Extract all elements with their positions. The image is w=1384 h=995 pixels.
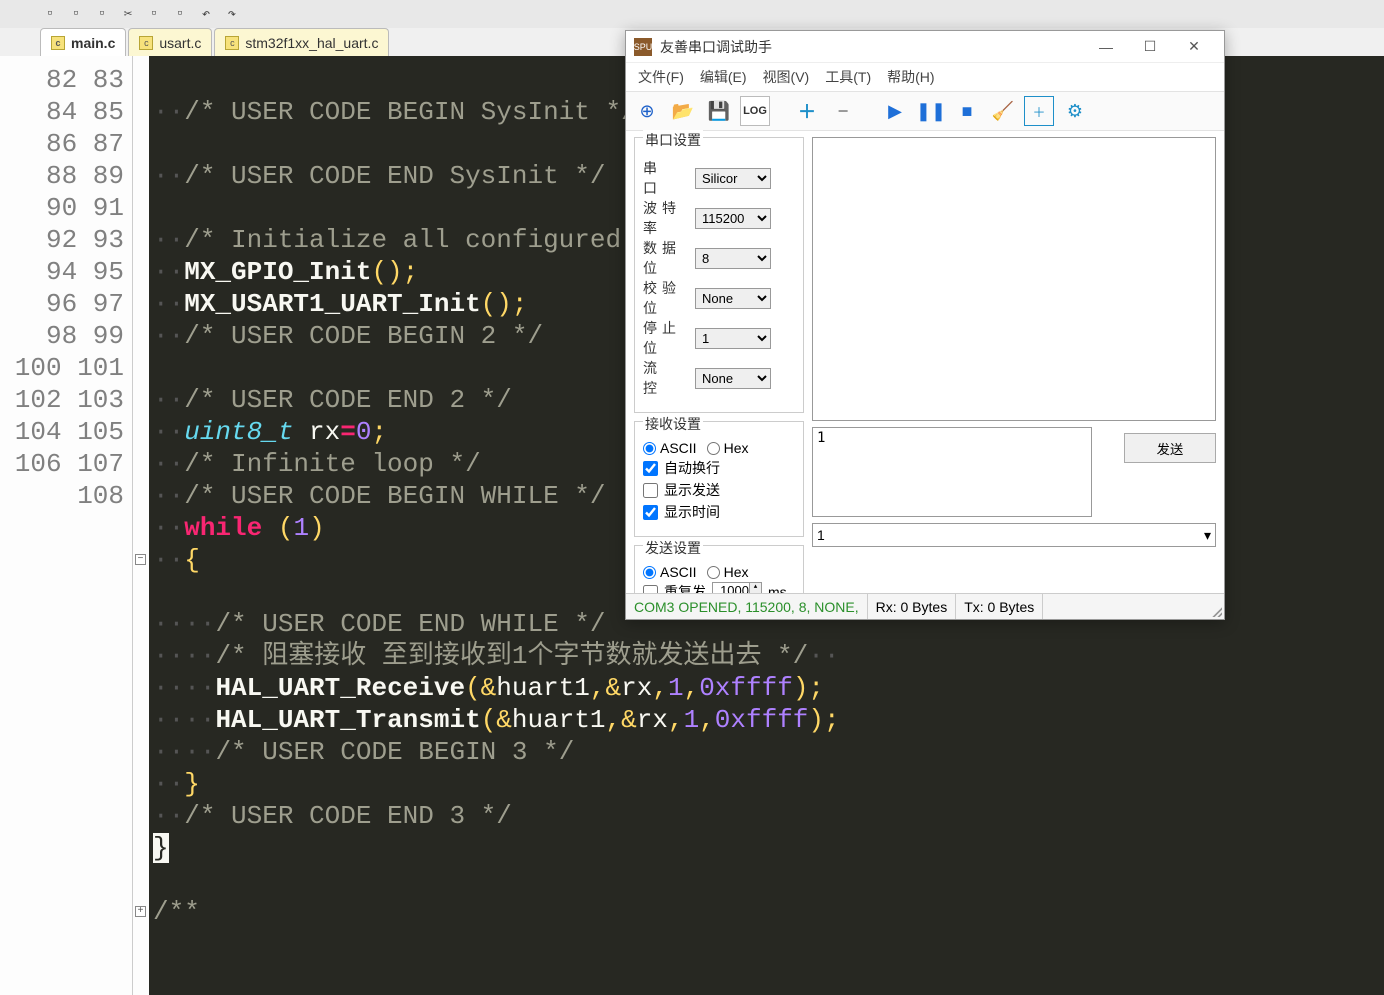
show-send-checkbox[interactable]: [643, 483, 658, 498]
status-rx: Rx: 0 Bytes: [868, 594, 957, 619]
fold-minus-icon[interactable]: −: [135, 554, 146, 565]
wrap-label: 自动换行: [664, 458, 720, 478]
rx-ascii-radio[interactable]: ASCII: [643, 440, 697, 456]
menu-view[interactable]: 视图(V): [757, 65, 816, 89]
flow-label: 流 控: [643, 358, 689, 398]
undo-icon[interactable]: ↶: [196, 4, 216, 24]
menu-help[interactable]: 帮助(H): [881, 65, 940, 89]
tab-label: usart.c: [159, 35, 201, 51]
port-select[interactable]: Silicor: [695, 168, 771, 189]
left-panel: 串口设置 串 口Silicor 波特率115200 数据位8 校验位None 停…: [634, 137, 804, 625]
fieldset-title: 发送设置: [643, 538, 703, 558]
app-icon: SPU: [634, 38, 652, 56]
port-label: 串 口: [643, 158, 689, 198]
right-panel: 1 发送 1 ▾: [812, 137, 1216, 625]
remove-icon[interactable]: −: [828, 96, 858, 126]
editor-tabbar: c main.c c usart.c c stm32f1xx_hal_uart.…: [40, 28, 389, 56]
tx-hex-radio[interactable]: Hex: [707, 564, 749, 580]
spin-up-icon[interactable]: ▴: [749, 583, 761, 592]
menubar: 文件(F) 编辑(E) 视图(V) 工具(T) 帮助(H): [626, 63, 1224, 91]
menu-tools[interactable]: 工具(T): [819, 65, 877, 89]
new-icon[interactable]: ▫: [40, 4, 60, 24]
file-icon: c: [225, 36, 239, 50]
connect-icon[interactable]: ⊕: [632, 96, 662, 126]
tab-label: main.c: [71, 35, 115, 51]
status-tx: Tx: 0 Bytes: [956, 594, 1043, 619]
history-combo[interactable]: 1 ▾: [812, 523, 1216, 547]
play-icon[interactable]: ▶: [880, 96, 910, 126]
open-icon[interactable]: 📂: [668, 96, 698, 126]
cut-icon[interactable]: ✂: [118, 4, 138, 24]
status-connection: COM3 OPENED, 115200, 8, NONE,: [626, 594, 868, 619]
log-icon[interactable]: LOG: [740, 96, 770, 126]
parity-select[interactable]: None: [695, 288, 771, 309]
menu-edit[interactable]: 编辑(E): [694, 65, 753, 89]
file-icon: c: [139, 36, 153, 50]
statusbar: COM3 OPENED, 115200, 8, NONE, Rx: 0 Byte…: [626, 593, 1224, 619]
redo-icon[interactable]: ↷: [222, 4, 242, 24]
titlebar[interactable]: SPU 友善串口调试助手 — ☐ ✕: [626, 31, 1224, 63]
copy-icon[interactable]: ▫: [144, 4, 164, 24]
parity-label: 校验位: [643, 278, 689, 318]
flow-select[interactable]: None: [695, 368, 771, 389]
fold-column: − +: [133, 56, 149, 995]
minimize-button[interactable]: —: [1084, 33, 1128, 61]
separator: [864, 96, 874, 126]
file-icon: c: [51, 36, 65, 50]
add-icon[interactable]: ＋: [792, 96, 822, 126]
serial-content: 串口设置 串 口 Silicor 波特率 115200 数据位 8 校验位 None 停…: [626, 131, 1224, 631]
paste-icon[interactable]: ▫: [170, 4, 190, 24]
send-textarea[interactable]: 1: [812, 427, 1092, 517]
maximize-button[interactable]: ☐: [1128, 33, 1172, 61]
settings-icon[interactable]: ⚙: [1060, 96, 1090, 126]
databits-select[interactable]: 8: [695, 248, 771, 269]
menu-file[interactable]: 文件(F): [632, 65, 690, 89]
rx-hex-radio[interactable]: Hex: [707, 440, 749, 456]
rx-settings: 接收设置 ASCII Hex 自动换行 显示发送 显示时间: [634, 421, 804, 537]
tab-hal-uart-c[interactable]: c stm32f1xx_hal_uart.c: [214, 28, 389, 56]
tab-main-c[interactable]: c main.c: [40, 28, 126, 56]
chevron-down-icon: ▾: [1204, 527, 1211, 544]
serial-tool-window: SPU 友善串口调试助手 — ☐ ✕ 文件(F) 编辑(E) 视图(V) 工具(…: [625, 30, 1225, 620]
save-icon[interactable]: ▫: [92, 4, 112, 24]
select-icon[interactable]: ＋: [1024, 96, 1054, 126]
tab-label: stm32f1xx_hal_uart.c: [245, 35, 378, 51]
data-label: 数据位: [643, 238, 689, 278]
fieldset-title: 串口设置: [643, 130, 703, 150]
show-send-label: 显示发送: [664, 480, 720, 500]
receive-area[interactable]: [812, 137, 1216, 421]
tab-usart-c[interactable]: c usart.c: [128, 28, 212, 56]
open-icon[interactable]: ▫: [66, 4, 86, 24]
pause-icon[interactable]: ❚❚: [916, 96, 946, 126]
baud-select[interactable]: 115200: [695, 208, 771, 229]
save-icon[interactable]: 💾: [704, 96, 734, 126]
window-title: 友善串口调试助手: [660, 37, 1084, 57]
port-settings: 串口设置 串 口Silicor 波特率115200 数据位8 校验位None 停…: [634, 137, 804, 413]
show-time-label: 显示时间: [664, 502, 720, 522]
wrap-checkbox[interactable]: [643, 461, 658, 476]
serial-toolbar: ⊕ 📂 💾 LOG ＋ − ▶ ❚❚ ■ 🧹 ＋ ⚙: [626, 91, 1224, 131]
tx-ascii-radio[interactable]: ASCII: [643, 564, 697, 580]
fieldset-title: 接收设置: [643, 414, 703, 434]
combo-value: 1: [817, 527, 825, 543]
show-time-checkbox[interactable]: [643, 505, 658, 520]
close-button[interactable]: ✕: [1172, 33, 1216, 61]
stop-label: 停止位: [643, 318, 689, 358]
separator: [776, 96, 786, 126]
resize-grip-icon[interactable]: [1210, 605, 1222, 617]
fold-plus-icon[interactable]: +: [135, 906, 146, 917]
clear-icon[interactable]: 🧹: [988, 96, 1018, 126]
baud-label: 波特率: [643, 198, 689, 238]
stop-icon[interactable]: ■: [952, 96, 982, 126]
send-button[interactable]: 发送: [1124, 433, 1216, 463]
stopbits-select[interactable]: 1: [695, 328, 771, 349]
line-numbers: 82 83 84 85 86 87 88 89 90 91 92 93 94 9…: [0, 56, 133, 995]
ide-toolbar: ▫ ▫ ▫ ✂ ▫ ▫ ↶ ↷: [0, 0, 1384, 28]
